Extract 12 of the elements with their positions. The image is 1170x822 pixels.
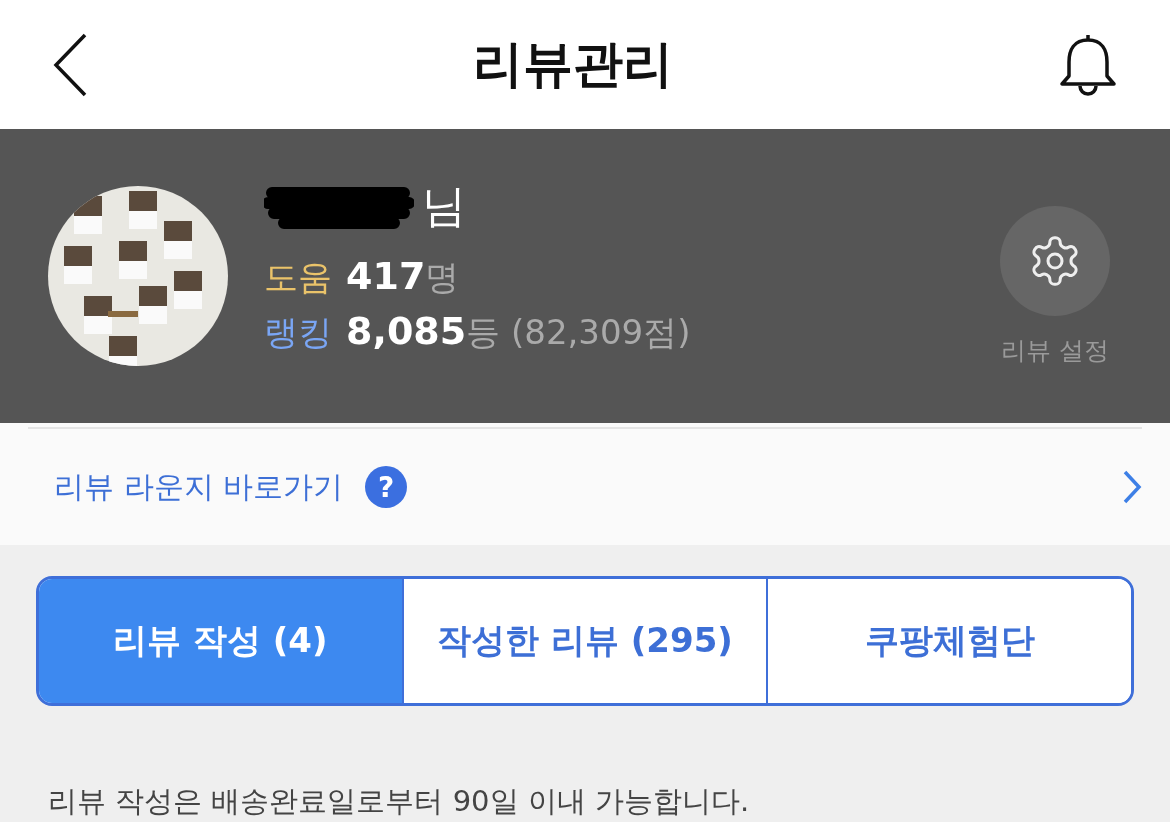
tab[interactable]: 쿠팡체험단 <box>766 579 1131 703</box>
tab[interactable]: 리뷰 작성 (4) <box>39 579 402 703</box>
lounge-link[interactable]: 리뷰 라운지 바로가기 ? <box>54 466 408 508</box>
help-count: 도움 417명 <box>264 253 461 300</box>
chevron-right-icon[interactable] <box>1122 469 1142 505</box>
ranking: 랭킹 8,085등 (82,309점) <box>264 308 692 355</box>
page-title: 리뷰관리 <box>473 34 673 96</box>
help-icon[interactable]: ? <box>365 466 408 508</box>
notice-text: 리뷰 작성은 배송완료일로부터 90일 이내 가능합니다. <box>48 783 751 820</box>
settings-label: 리뷰 설정 <box>1001 334 1109 367</box>
user-name: 님 <box>422 178 466 233</box>
back-button[interactable] <box>52 31 88 98</box>
